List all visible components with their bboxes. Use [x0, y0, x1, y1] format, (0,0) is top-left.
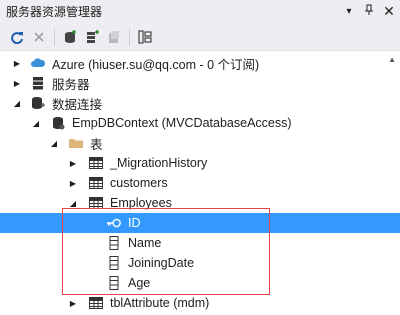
- refresh-icon[interactable]: [6, 26, 28, 48]
- panel-title: 服务器资源管理器: [6, 5, 103, 19]
- database-icon: [50, 115, 66, 131]
- window-position-dropdown[interactable]: ▾: [342, 6, 356, 17]
- expand-arrow-icon[interactable]: ▶: [12, 78, 22, 88]
- toolbar-divider: [129, 27, 130, 46]
- close-panel-button[interactable]: ✕: [382, 3, 396, 20]
- tree-node-label: customers: [110, 176, 168, 190]
- scroll-up-arrow-icon[interactable]: ▲: [388, 55, 396, 64]
- collapse-arrow-icon[interactable]: ◢: [12, 98, 22, 108]
- tree-node-data-connections[interactable]: ◢ 数据连接: [0, 93, 400, 113]
- server-icon: [30, 75, 46, 91]
- tree-node-label: tblAttribute (mdm): [110, 296, 210, 310]
- table-icon: [88, 155, 104, 171]
- column-icon: [106, 275, 122, 291]
- stop-icon[interactable]: [28, 26, 50, 48]
- tree-node-label: 数据连接: [52, 97, 103, 112]
- toolbar-divider: [54, 27, 55, 46]
- tree-node-column-age[interactable]: Age: [0, 273, 400, 293]
- collapse-arrow-icon[interactable]: ◢: [68, 198, 78, 208]
- expand-arrow-icon[interactable]: ▶: [68, 158, 78, 168]
- tree-node-label: EmpDBContext (MVCDatabaseAccess): [72, 116, 292, 130]
- collapse-arrow-icon[interactable]: ◢: [31, 118, 41, 128]
- connect-database-icon[interactable]: [59, 26, 81, 48]
- tree-node-azure[interactable]: ▶ Azure (hiuser.su@qq.com - 0 个订阅): [0, 53, 400, 73]
- table-icon: [88, 295, 104, 311]
- tree-node-servers[interactable]: ▶ 服务器: [0, 73, 400, 93]
- tree-node-tables-folder[interactable]: ◢ 表: [0, 133, 400, 153]
- tree-node-label: ID: [128, 216, 141, 230]
- panel-title-bar: 服务器资源管理器 ▾ ✕: [0, 0, 400, 23]
- table-icon: [88, 195, 104, 211]
- tree-node-label: Azure (hiuser.su@qq.com - 0 个订阅): [52, 57, 260, 72]
- connect-sharepoint-icon[interactable]: [103, 26, 125, 48]
- data-connections-icon: [30, 95, 46, 111]
- tree-node-empdbcontext[interactable]: ◢ EmpDBContext (MVCDatabaseAccess): [0, 113, 400, 133]
- expand-arrow-icon[interactable]: ▶: [12, 58, 22, 68]
- tree-node-label: Name: [128, 236, 162, 250]
- tree-node-label: Employees: [110, 196, 172, 210]
- folder-icon: [68, 135, 84, 151]
- collapse-arrow-icon[interactable]: ◢: [49, 138, 59, 148]
- auto-hide-pin-icon[interactable]: [362, 4, 376, 19]
- tree-node-column-id[interactable]: ID: [0, 213, 400, 233]
- expand-arrow-icon[interactable]: ▶: [68, 298, 78, 308]
- tree-node-label: 服务器: [52, 77, 90, 92]
- column-icon: [106, 255, 122, 271]
- tree-node-table-employees[interactable]: ◢ Employees: [0, 193, 400, 213]
- column-icon: [106, 235, 122, 251]
- azure-cloud-icon: [30, 55, 46, 71]
- properties-icon[interactable]: [134, 26, 156, 48]
- server-explorer-tree[interactable]: ▶ Azure (hiuser.su@qq.com - 0 个订阅) ▶ 服务器…: [0, 51, 400, 315]
- tree-node-table-customers[interactable]: ▶ customers: [0, 173, 400, 193]
- tree-node-label: 表: [90, 137, 103, 152]
- tree-node-column-joiningdate[interactable]: JoiningDate: [0, 253, 400, 273]
- tree-node-column-name[interactable]: Name: [0, 233, 400, 253]
- tree-node-label: JoiningDate: [128, 256, 195, 270]
- tree-node-label: Age: [128, 276, 151, 290]
- connect-server-icon[interactable]: [81, 26, 103, 48]
- table-icon: [88, 175, 104, 191]
- expand-arrow-icon[interactable]: ▶: [68, 178, 78, 188]
- toolbar: [0, 23, 400, 51]
- tree-node-table-migrationhistory[interactable]: ▶ _MigrationHistory: [0, 153, 400, 173]
- tree-node-label: _MigrationHistory: [110, 156, 208, 170]
- tree-node-table-tblattribute[interactable]: ▶ tblAttribute (mdm): [0, 293, 400, 313]
- primary-key-icon: [106, 215, 122, 231]
